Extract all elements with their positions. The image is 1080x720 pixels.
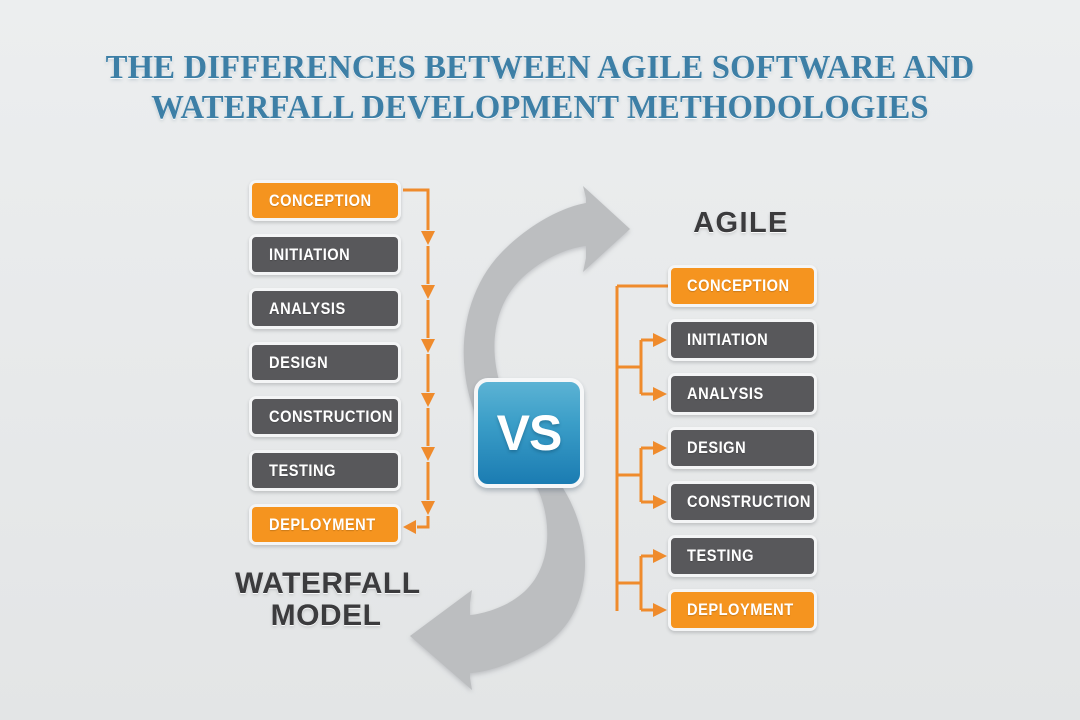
agile-step-deployment-label: DEPLOYMENT bbox=[687, 600, 794, 619]
curved-arrow-left-icon bbox=[410, 480, 586, 690]
waterfall-step-testing-label: TESTING bbox=[269, 460, 336, 480]
waterfall-step-analysis-label: ANALYSIS bbox=[269, 298, 346, 318]
agile-step-conception[interactable]: CONCEPTION bbox=[668, 265, 817, 307]
agile-step-construction[interactable]: CONSTRUCTION bbox=[668, 481, 817, 523]
waterfall-step-testing[interactable]: TESTING bbox=[249, 450, 401, 491]
infographic-canvas: THE DIFFERENCES BETWEEN AGILE SOFTWARE A… bbox=[0, 0, 1080, 720]
agile-step-design-label: DESIGN bbox=[687, 438, 747, 457]
waterfall-step-conception-label: CONCEPTION bbox=[269, 190, 372, 210]
waterfall-step-design[interactable]: DESIGN bbox=[249, 342, 401, 383]
agile-step-conception-label: CONCEPTION bbox=[687, 276, 790, 295]
agile-step-analysis-label: ANALYSIS bbox=[687, 384, 764, 403]
agile-step-deployment[interactable]: DEPLOYMENT bbox=[668, 589, 817, 631]
waterfall-step-construction[interactable]: CONSTRUCTION bbox=[249, 396, 401, 437]
waterfall-step-deployment[interactable]: DEPLOYMENT bbox=[249, 504, 401, 545]
vs-badge-label: VS bbox=[496, 405, 563, 461]
agile-title: AGILE bbox=[693, 207, 789, 239]
agile-arrowheads bbox=[653, 333, 667, 617]
waterfall-arrowheads bbox=[403, 231, 435, 534]
waterfall-step-initiation-label: INITIATION bbox=[269, 244, 351, 264]
waterfall-step-conception[interactable]: CONCEPTION bbox=[249, 180, 401, 221]
waterfall-connector-bottom bbox=[417, 516, 430, 529]
page-title-line-2: WATERFALL DEVELOPMENT METHODOLOGIES bbox=[151, 89, 929, 127]
agile-step-analysis[interactable]: ANALYSIS bbox=[668, 373, 817, 415]
agile-step-initiation-label: INITIATION bbox=[687, 330, 769, 349]
agile-step-testing-label: TESTING bbox=[687, 546, 754, 565]
agile-step-initiation[interactable]: INITIATION bbox=[668, 319, 817, 361]
agile-step-design[interactable]: DESIGN bbox=[668, 427, 817, 469]
waterfall-step-initiation[interactable]: INITIATION bbox=[249, 234, 401, 275]
agile-step-construction-label: CONSTRUCTION bbox=[687, 492, 811, 511]
waterfall-model-title: WATERFALL MODEL bbox=[235, 568, 420, 632]
vs-badge: VS bbox=[474, 378, 584, 488]
waterfall-step-deployment-label: DEPLOYMENT bbox=[269, 514, 376, 534]
page-title: THE DIFFERENCES BETWEEN AGILE SOFTWARE A… bbox=[79, 48, 1001, 128]
waterfall-model-title-line-2: MODEL bbox=[270, 598, 382, 632]
waterfall-step-construction-label: CONSTRUCTION bbox=[269, 406, 393, 426]
waterfall-connector-top bbox=[403, 188, 430, 208]
waterfall-step-analysis[interactable]: ANALYSIS bbox=[249, 288, 401, 329]
waterfall-model-title-line-1: WATERFALL bbox=[235, 567, 421, 600]
page-title-line-1: THE DIFFERENCES BETWEEN AGILE SOFTWARE A… bbox=[105, 49, 975, 86]
waterfall-step-design-label: DESIGN bbox=[269, 352, 329, 372]
agile-step-testing[interactable]: TESTING bbox=[668, 535, 817, 577]
